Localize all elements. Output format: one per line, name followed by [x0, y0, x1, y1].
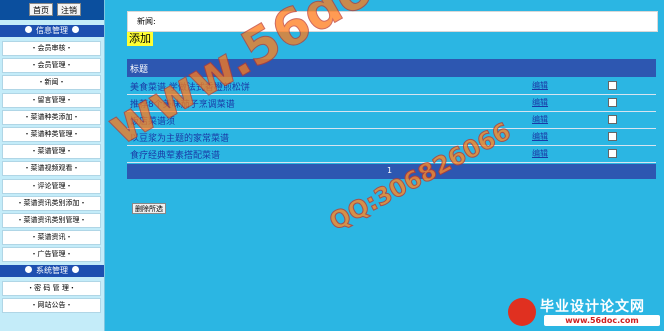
main-content: 新闻: 添加 标题 美食菜谱 学做法式香橙煎松饼 编辑 推荐8个美味茄子烹调菜谱… — [118, 11, 658, 331]
sidebar-item-news-category-add[interactable]: ・菜谱资讯类别添加・ — [2, 196, 101, 211]
add-button[interactable]: 添加 — [127, 32, 153, 46]
sidebar-item-recipe-manage[interactable]: ・菜谱管理・ — [2, 144, 101, 159]
bullet-icon — [72, 266, 79, 273]
pagination-bar: 1 — [127, 164, 656, 179]
logout-button[interactable]: 注销 — [57, 3, 81, 16]
sidebar-item-messages[interactable]: ・留言管理・ — [2, 93, 101, 108]
row-checkbox[interactable] — [608, 98, 617, 107]
news-row: 新闻: — [127, 11, 658, 32]
page-number[interactable]: 1 — [387, 166, 392, 175]
row-checkbox[interactable] — [608, 81, 617, 90]
sidebar-item-news-category-manage[interactable]: ・菜谱资讯类别管理・ — [2, 213, 101, 228]
bullet-icon — [25, 26, 32, 33]
sidebar-item-member-manage[interactable]: ・会员管理・ — [2, 58, 101, 73]
section-title: 系统管理 — [36, 266, 68, 275]
row-title-link[interactable]: 饭店菜谱须 — [130, 114, 175, 127]
sidebar-item-comments[interactable]: ・评论管理・ — [2, 179, 101, 194]
edit-link[interactable]: 编辑 — [532, 131, 548, 142]
bullet-icon — [72, 26, 79, 33]
sidebar-item-recipe-type-manage[interactable]: ・菜谱种类管理・ — [2, 127, 101, 142]
sidebar-item-ads[interactable]: ・广告管理・ — [2, 247, 101, 262]
row-title-link[interactable]: 以豆浆为主题的家常菜谱 — [130, 131, 229, 144]
home-button[interactable]: 首页 — [29, 3, 53, 16]
table-header: 标题 — [127, 59, 656, 77]
sidebar-item-recipe-type-add[interactable]: ・菜谱种类添加・ — [2, 110, 101, 125]
row-checkbox[interactable] — [608, 132, 617, 141]
news-table: 标题 美食菜谱 学做法式香橙煎松饼 编辑 推荐8个美味茄子烹调菜谱 编辑 饭店菜… — [127, 59, 656, 189]
table-row: 以豆浆为主题的家常菜谱 编辑 — [127, 129, 656, 146]
edit-link[interactable]: 编辑 — [532, 97, 548, 108]
edit-link[interactable]: 编辑 — [532, 80, 548, 91]
sidebar-item-news[interactable]: ・新闻・ — [2, 75, 101, 90]
logo-title: 毕业设计论文网 — [540, 299, 645, 315]
sidebar-item-recipe-news[interactable]: ・菜谱资讯・ — [2, 230, 101, 245]
edit-link[interactable]: 编辑 — [532, 114, 548, 125]
column-header-title: 标题 — [130, 65, 149, 75]
section-header-info[interactable]: 信息管理 — [0, 25, 104, 37]
watermark-logo: 毕业设计论文网 www.56doc.com — [504, 295, 664, 331]
sidebar-item-password[interactable]: ・密 码 管 理・ — [2, 281, 101, 296]
bullet-icon — [25, 266, 32, 273]
news-label: 新闻: — [137, 17, 156, 26]
logo-icon — [508, 298, 536, 326]
sidebar-item-announcements[interactable]: ・网站公告・ — [2, 298, 101, 313]
sidebar-item-member-review[interactable]: ・会员审核・ — [2, 41, 101, 56]
row-checkbox[interactable] — [608, 115, 617, 124]
row-title-link[interactable]: 美食菜谱 学做法式香橙煎松饼 — [130, 80, 250, 93]
section-header-system[interactable]: 系统管理 — [0, 265, 104, 277]
news-input[interactable] — [164, 15, 318, 28]
batch-delete-button[interactable]: 删除所选 — [132, 203, 166, 214]
logo-url: www.56doc.com — [544, 315, 660, 326]
row-checkbox[interactable] — [608, 149, 617, 158]
sidebar-item-recipe-video[interactable]: ・菜谱视频观看・ — [2, 161, 101, 176]
sidebar-top-bar: 首页 注销 — [0, 0, 104, 20]
table-row: 食疗经典荤素搭配菜谱 编辑 — [127, 146, 656, 163]
edit-link[interactable]: 编辑 — [532, 148, 548, 159]
table-row: 饭店菜谱须 编辑 — [127, 112, 656, 129]
sidebar: 首页 注销 信息管理 ・会员审核・ ・会员管理・ ・新闻・ ・留言管理・ ・菜谱… — [0, 0, 105, 331]
row-title-link[interactable]: 食疗经典荤素搭配菜谱 — [130, 148, 220, 161]
row-title-link[interactable]: 推荐8个美味茄子烹调菜谱 — [130, 97, 235, 110]
table-row: 推荐8个美味茄子烹调菜谱 编辑 — [127, 95, 656, 112]
table-row: 美食菜谱 学做法式香橙煎松饼 编辑 — [127, 78, 656, 95]
section-title: 信息管理 — [36, 26, 68, 35]
